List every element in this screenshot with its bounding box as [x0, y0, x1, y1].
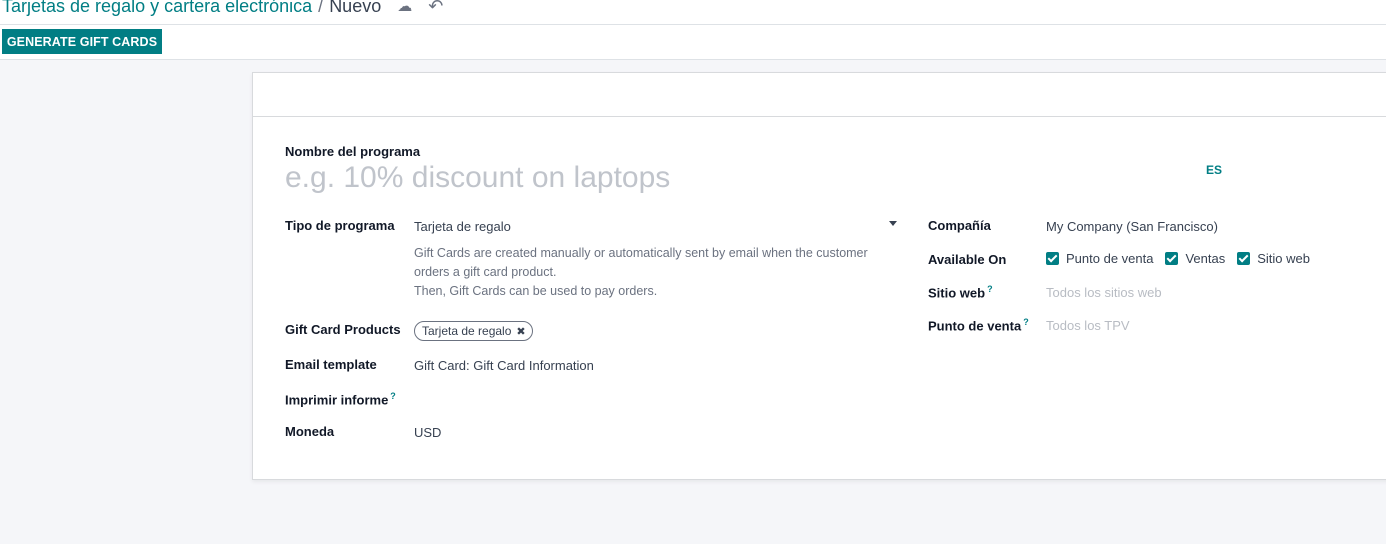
pos-field[interactable]: Todos los TPV [1046, 318, 1130, 333]
breadcrumb-parent-link[interactable]: Tarjetas de regalo y cartera electrónica [2, 0, 312, 17]
program-name-input[interactable]: e.g. 10% discount on laptops [285, 161, 670, 195]
undo-icon[interactable]: ↶ [428, 0, 443, 17]
program-type-label: Tipo de programa [285, 218, 395, 233]
chevron-down-icon[interactable] [889, 221, 897, 226]
pos-label: Punto de venta? [928, 317, 1029, 333]
gift-card-product-tag: Tarjeta de regalo ✖ [414, 321, 533, 341]
language-badge[interactable]: ES [1206, 163, 1222, 177]
website-field[interactable]: Todos los sitios web [1046, 285, 1162, 300]
print-report-label-text: Imprimir informe [285, 392, 389, 408]
company-label: Compañía [928, 218, 991, 233]
description-line: Gift Cards are created manually or autom… [414, 246, 868, 260]
website-label-text: Sitio web [928, 285, 986, 301]
pos-label-text: Punto de venta [928, 318, 1022, 334]
breadcrumb-separator: / [318, 0, 324, 16]
available-on-website-checkbox[interactable]: Sitio web [1237, 251, 1310, 266]
email-template-label: Email template [285, 357, 377, 372]
help-icon[interactable]: ? [987, 284, 993, 294]
cloud-upload-icon[interactable]: ☁ [397, 0, 412, 15]
breadcrumb-current: Nuevo [329, 0, 382, 16]
available-on-options: Punto de venta Ventas Sitio web [1046, 251, 1322, 266]
checkbox-checked-icon[interactable] [1237, 252, 1251, 265]
email-template-field[interactable]: Gift Card: Gift Card Information [414, 358, 594, 373]
divider [0, 24, 1386, 25]
breadcrumb: Tarjetas de regalo y cartera electrónica… [0, 0, 1386, 24]
program-type-select[interactable]: Tarjeta de regalo [414, 219, 511, 234]
available-on-label: Available On [928, 252, 1007, 267]
available-on-sales-checkbox[interactable]: Ventas [1165, 251, 1225, 266]
description-line: orders a gift card product. [414, 265, 557, 279]
currency-label: Moneda [285, 424, 335, 439]
currency-field[interactable]: USD [414, 425, 441, 440]
checkbox-checked-icon[interactable] [1165, 252, 1179, 265]
checkbox-label: Punto de venta [1066, 251, 1154, 266]
available-on-pos-checkbox[interactable]: Punto de venta [1046, 251, 1153, 266]
form-sheet: Nombre del programa e.g. 10% discount on… [252, 72, 1386, 480]
description-line: Then, Gift Cards can be used to pay orde… [414, 284, 658, 298]
website-label: Sitio web? [928, 284, 993, 300]
generate-gift-cards-button[interactable]: GENERATE GIFT CARDS [2, 29, 162, 54]
checkbox-label: Sitio web [1257, 251, 1310, 266]
checkbox-checked-icon[interactable] [1046, 252, 1059, 265]
program-type-description: Gift Cards are created manually or autom… [414, 244, 904, 301]
sheet-header [253, 73, 1386, 117]
checkbox-label: Ventas [1185, 251, 1226, 266]
help-icon[interactable]: ? [1023, 317, 1029, 327]
remove-tag-icon[interactable]: ✖ [516, 325, 525, 338]
print-report-label: Imprimir informe? [285, 391, 396, 407]
tag-label: Tarjeta de regalo [422, 324, 512, 338]
program-name-label: Nombre del programa [285, 144, 421, 159]
help-icon[interactable]: ? [390, 391, 396, 401]
control-panel: Tarjetas de regalo y cartera electrónica… [0, 0, 1386, 60]
gift-card-products-label: Gift Card Products [285, 322, 401, 337]
company-field[interactable]: My Company (San Francisco) [1046, 219, 1218, 234]
